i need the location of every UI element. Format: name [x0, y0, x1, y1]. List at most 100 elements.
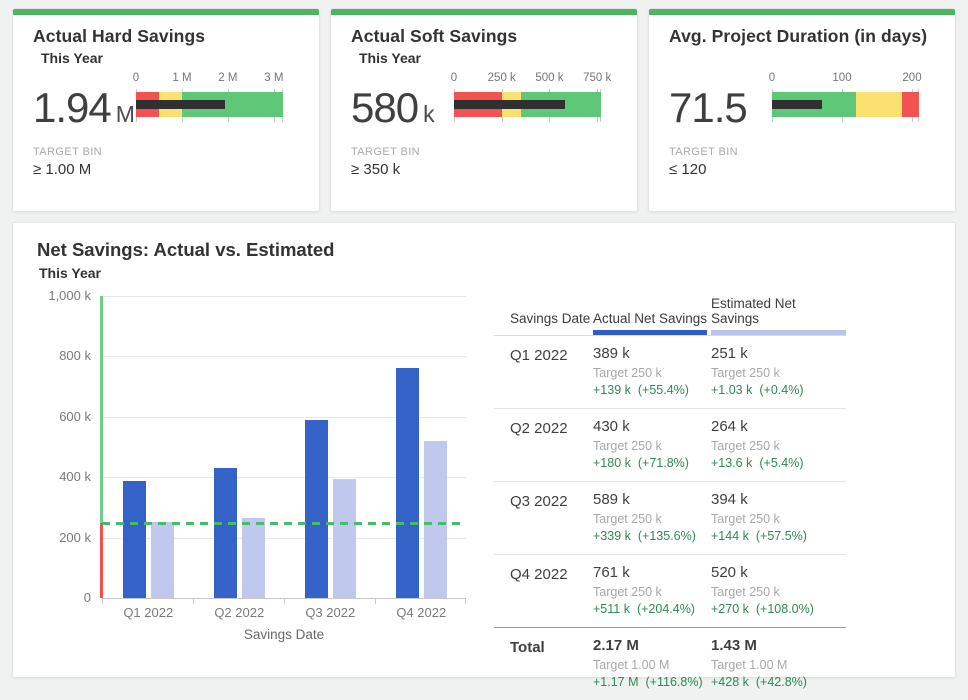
- kpi-body: 1.94 M 0 1 M 2 M 3 M: [33, 70, 283, 132]
- table-row-q3-2022[interactable]: Q3 2022589 kTarget 250 k+339 k(+135.6%)3…: [494, 481, 846, 554]
- delta-value: +180 k: [593, 456, 631, 470]
- card-subtitle: This Year: [41, 50, 299, 69]
- x-axis-tick: [465, 598, 466, 604]
- cell-value: 389 k: [593, 345, 711, 362]
- y-axis-above-target: [100, 296, 103, 523]
- cell-target: Target 1.00 M: [711, 658, 846, 672]
- bullet-measure-bar: [454, 100, 565, 109]
- cell-target: Target 250 k: [711, 366, 846, 380]
- bullet-track: [454, 92, 601, 117]
- kpi-cards-row: Actual Hard Savings This Year 1.94 M 0 1 …: [12, 8, 956, 212]
- kpi-unit: k: [423, 101, 435, 128]
- target-bin-value: ≥ 350 k: [351, 161, 617, 178]
- bar-estimated-net-savings-q1-2022[interactable]: [151, 522, 174, 598]
- cell-delta: +339 k (+135.6%): [593, 529, 711, 543]
- x-axis-tick: [193, 598, 194, 604]
- row-label: Q1 2022: [510, 345, 593, 364]
- x-axis-category-label: Q4 2022: [396, 605, 446, 620]
- gridline: [102, 356, 466, 357]
- bullet-axis-label: 3 M: [264, 72, 283, 84]
- y-axis-below-target: [100, 523, 103, 599]
- cell-target: Target 250 k: [711, 585, 846, 599]
- delta-value: +139 k: [593, 383, 631, 397]
- actual-cell: 589 kTarget 250 k+339 k(+135.6%): [593, 491, 711, 543]
- bar-estimated-net-savings-q3-2022[interactable]: [333, 479, 356, 598]
- cell-target: Target 250 k: [711, 512, 846, 526]
- bullet-axis: 0100200: [772, 72, 919, 89]
- bullet-chart: 0250 k500 k750 k: [454, 72, 601, 117]
- table-header-estimated-net-savings[interactable]: Estimated Net Savings: [711, 296, 846, 335]
- cell-delta: +1.17 M(+116.8%): [593, 675, 711, 689]
- delta-percent: (+5.4%): [759, 456, 803, 470]
- net-savings-panel: Net Savings: Actual vs. Estimated This Y…: [12, 222, 956, 678]
- y-axis-tick-label: 200 k: [13, 530, 91, 545]
- cell-delta: +180 k(+71.8%): [593, 456, 711, 470]
- table-header-label: Estimated Net Savings: [711, 296, 846, 335]
- bullet-axis-label: 0: [133, 72, 139, 84]
- delta-value: +339 k: [593, 529, 631, 543]
- bar-estimated-net-savings-q4-2022[interactable]: [424, 441, 447, 598]
- plot-area: Q1 2022Q2 2022Q3 2022Q4 2022Savings Date: [102, 296, 466, 598]
- bullet-segment-red-zone: [902, 92, 920, 117]
- bullet-axis-label: 500 k: [535, 72, 563, 84]
- cell-value: 251 k: [711, 345, 846, 362]
- actual-cell: 389 kTarget 250 k+139 k(+55.4%): [593, 345, 711, 397]
- table-header-row: Savings DateActual Net SavingsEstimated …: [494, 296, 846, 336]
- bullet-axis: 0250 k500 k750 k: [454, 72, 601, 89]
- delta-percent: (+204.4%): [637, 602, 695, 616]
- table-row-total[interactable]: Total2.17 MTarget 1.00 M+1.17 M(+116.8%)…: [494, 627, 846, 700]
- target-bin-label: TARGET BIN: [351, 146, 617, 158]
- kpi-body: 580 k 0250 k500 k750 k: [351, 70, 601, 132]
- card-title: Actual Hard Savings: [33, 26, 299, 47]
- delta-percent: (+0.4%): [759, 383, 803, 397]
- target-bin-value: ≥ 1.00 M: [33, 161, 299, 178]
- y-axis-tick-label: 400 k: [13, 469, 91, 484]
- table-row-q4-2022[interactable]: Q4 2022761 kTarget 250 k+511 k(+204.4%)5…: [494, 554, 846, 627]
- actual-cell: 761 kTarget 250 k+511 k(+204.4%): [593, 564, 711, 616]
- y-axis-tick-label: 0: [13, 590, 91, 605]
- kpi-value-wrap: 580 k: [351, 84, 454, 132]
- bullet-axis-label: 2 M: [218, 72, 237, 84]
- cell-delta: +13.6 k(+5.4%): [711, 456, 846, 470]
- bullet-axis-label: 1 M: [172, 72, 191, 84]
- bullet-track: [772, 92, 919, 117]
- target-bin-label: TARGET BIN: [669, 146, 935, 158]
- delta-percent: (+108.0%): [756, 602, 814, 616]
- table-header-savings-date[interactable]: Savings Date: [494, 311, 593, 335]
- card-accent-strip: [331, 9, 637, 15]
- table-row-q2-2022[interactable]: Q2 2022430 kTarget 250 k+180 k(+71.8%)26…: [494, 408, 846, 481]
- cell-delta: +511 k(+204.4%): [593, 602, 711, 616]
- delta-percent: (+135.6%): [638, 529, 696, 543]
- estimated-cell: 394 kTarget 250 k+144 k(+57.5%): [711, 491, 846, 543]
- bullet-axis: 0 1 M 2 M 3 M: [136, 72, 283, 89]
- cell-value: 394 k: [711, 491, 846, 508]
- kpi-value-wrap: 1.94 M: [33, 84, 136, 132]
- cell-value: 2.17 M: [593, 637, 711, 654]
- table-header-actual-net-savings[interactable]: Actual Net Savings: [593, 311, 711, 335]
- bar-actual-net-savings-q1-2022[interactable]: [123, 481, 146, 598]
- kpi-card-actual-hard-savings: Actual Hard Savings This Year 1.94 M 0 1 …: [12, 8, 320, 212]
- actual-cell: 2.17 MTarget 1.00 M+1.17 M(+116.8%): [593, 637, 711, 689]
- bullet-axis-label: 0: [451, 72, 457, 84]
- cell-value: 430 k: [593, 418, 711, 435]
- bar-actual-net-savings-q3-2022[interactable]: [305, 420, 328, 598]
- bar-actual-net-savings-q4-2022[interactable]: [396, 368, 419, 598]
- target-bin-value: ≤ 120: [669, 161, 935, 178]
- delta-percent: (+55.4%): [638, 383, 689, 397]
- table-row-q1-2022[interactable]: Q1 2022389 kTarget 250 k +139 k (+55.4%) 25…: [494, 336, 846, 408]
- cell-value: 264 k: [711, 418, 846, 435]
- bar-actual-net-savings-q2-2022[interactable]: [214, 468, 237, 598]
- bullet-axis-label: 750 k: [583, 72, 611, 84]
- delta-percent: (+116.8%): [646, 675, 703, 689]
- kpi-body: 71.5 0100200: [669, 70, 919, 132]
- kpi-unit: M: [116, 101, 135, 128]
- row-label-cell: Total: [494, 637, 593, 689]
- kpi-card-avg-project-duration: Avg. Project Duration (in days) 71.5 010…: [648, 8, 956, 212]
- bar-estimated-net-savings-q2-2022[interactable]: [242, 518, 265, 598]
- chart-subtitle: This Year: [39, 265, 101, 281]
- bullet-axis-label: 200: [902, 72, 921, 84]
- y-axis-tick-label: 800 k: [13, 348, 91, 363]
- table-header-label: Actual Net Savings: [593, 311, 707, 335]
- dashboard-page: Actual Hard Savings This Year 1.94 M 0 1 …: [0, 0, 968, 688]
- delta-percent: (+42.8%): [756, 675, 807, 689]
